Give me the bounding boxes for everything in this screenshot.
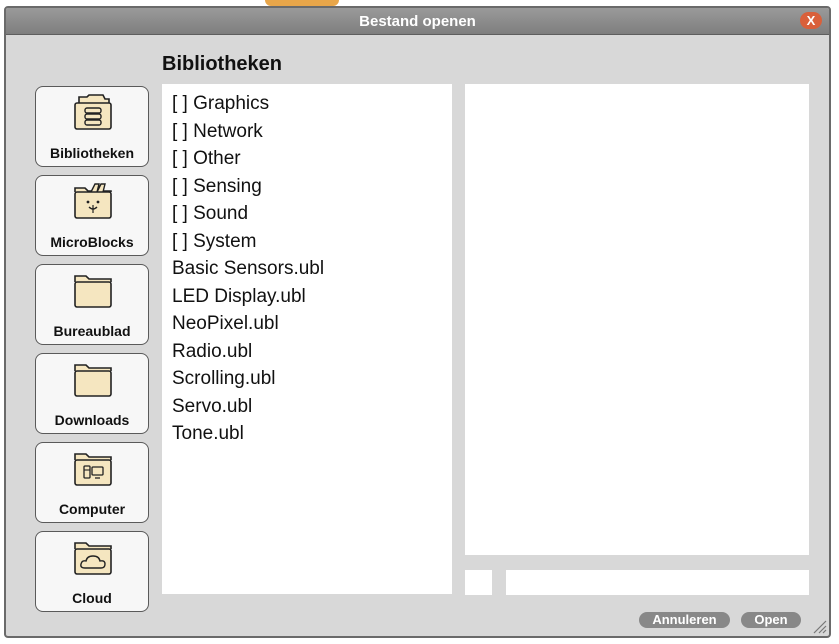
location-button-bibliotheken[interactable]: Bibliotheken bbox=[35, 86, 149, 167]
file-item-servo[interactable]: Servo.ubl bbox=[162, 393, 452, 421]
file-item-tone[interactable]: Tone.ubl bbox=[162, 420, 452, 448]
location-button-microblocks[interactable]: MicroBlocks bbox=[35, 175, 149, 256]
file-item-neopixel[interactable]: NeoPixel.ubl bbox=[162, 310, 452, 338]
folder-item-sensing[interactable]: [ ] Sensing bbox=[162, 173, 452, 201]
location-label: Computer bbox=[58, 501, 126, 517]
file-type-box[interactable] bbox=[465, 570, 492, 595]
folder-item-sound[interactable]: [ ] Sound bbox=[162, 200, 452, 228]
location-label: MicroBlocks bbox=[50, 234, 134, 250]
file-item-led-display[interactable]: LED Display.ubl bbox=[162, 283, 452, 311]
file-item-basic-sensors[interactable]: Basic Sensors.ubl bbox=[162, 255, 452, 283]
location-label: Downloads bbox=[54, 412, 130, 428]
folder-item-system[interactable]: [ ] System bbox=[162, 228, 452, 256]
folder-icon bbox=[74, 364, 112, 397]
location-button-downloads[interactable]: Downloads bbox=[35, 353, 149, 434]
location-heading: Bibliotheken bbox=[162, 53, 283, 75]
location-button-cloud[interactable]: Cloud bbox=[35, 531, 149, 612]
folder-item-network[interactable]: [ ] Network bbox=[162, 118, 452, 146]
folder-item-other[interactable]: [ ] Other bbox=[162, 145, 452, 173]
library-icon bbox=[74, 94, 112, 130]
file-preview-pane bbox=[465, 84, 809, 555]
resize-grip-icon[interactable] bbox=[811, 618, 827, 634]
location-button-bureaublad[interactable]: Bureaublad bbox=[35, 264, 149, 345]
cancel-button[interactable]: Annuleren bbox=[639, 612, 730, 628]
cloud-folder-icon bbox=[74, 542, 112, 575]
location-label: Bureaublad bbox=[53, 323, 131, 339]
microblocks-folder-icon bbox=[74, 183, 112, 219]
folder-icon bbox=[74, 275, 112, 308]
location-label: Bibliotheken bbox=[49, 145, 134, 161]
dialog-title: Bestand openen bbox=[359, 13, 476, 30]
open-button[interactable]: Open bbox=[741, 612, 801, 628]
file-item-radio[interactable]: Radio.ubl bbox=[162, 338, 452, 366]
filename-field[interactable] bbox=[506, 570, 809, 595]
location-button-computer[interactable]: Computer bbox=[35, 442, 149, 523]
location-label: Cloud bbox=[72, 590, 112, 606]
folder-item-graphics[interactable]: [ ] Graphics bbox=[162, 90, 452, 118]
file-list[interactable]: [ ] Graphics [ ] Network [ ] Other [ ] S… bbox=[162, 84, 452, 594]
open-file-dialog: Bestand openen X Bibliotheken Bibliothek… bbox=[4, 6, 831, 638]
title-bar[interactable]: Bestand openen X bbox=[6, 8, 829, 35]
computer-folder-icon bbox=[74, 453, 112, 486]
close-button[interactable]: X bbox=[800, 12, 822, 29]
file-item-scrolling[interactable]: Scrolling.ubl bbox=[162, 365, 452, 393]
